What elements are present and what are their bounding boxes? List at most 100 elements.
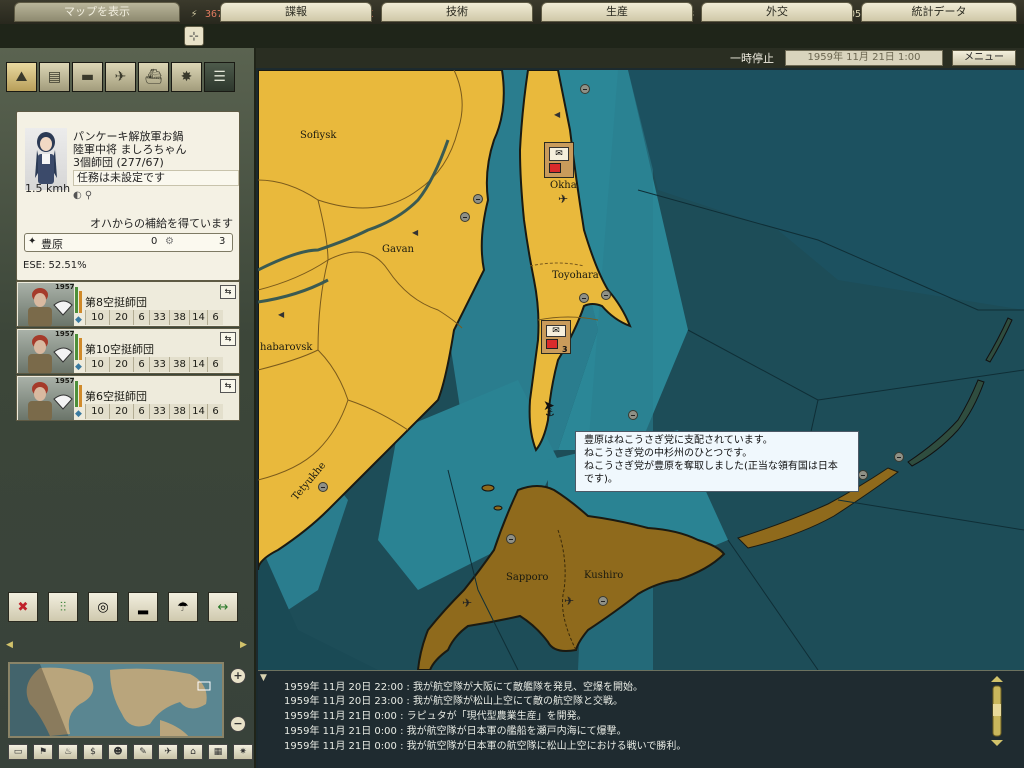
tank-icon[interactable]: ▬ [72, 62, 103, 92]
menu-button[interactable]: メニュー [952, 50, 1016, 66]
log-expand-icon[interactable]: ▼ [260, 673, 267, 683]
city-kushiro[interactable]: Kushiro [584, 570, 623, 581]
division-stats: 10 20 6 33 38 14 6 [85, 357, 223, 372]
split-unit-icon[interactable]: ↔ [208, 592, 238, 622]
minimap[interactable] [8, 662, 224, 738]
scroll-right-icon[interactable]: ▶ [240, 640, 247, 650]
tab-intel[interactable]: 諜報 [220, 2, 372, 22]
paratrooper-icon[interactable]: ☂ [168, 592, 198, 622]
army-size: 3個師団 (277/67) [73, 156, 164, 169]
city-sapporo[interactable]: Sapporo [506, 572, 548, 583]
rebel-marker[interactable] [460, 212, 470, 222]
log-scrollbar[interactable] [990, 676, 1004, 746]
division-stat: 6 [133, 404, 149, 419]
tab-stats[interactable]: 統計データ [861, 2, 1017, 22]
city-sofiysk[interactable]: Sofiysk [300, 130, 336, 141]
log-entry[interactable]: 1959年 11月 20日 22:00 : 我が航空隊が大阪にて敵艦隊を発見、空… [284, 678, 643, 693]
strength-bars: ◆ [75, 287, 83, 325]
division-stat: 14 [189, 310, 207, 325]
log-entry[interactable]: 1959年 11月 21日 0:00 : ラピュタが「現代型農業生産」を開発。 [284, 707, 587, 722]
filter-industry-icon[interactable]: ⌂ [183, 744, 203, 760]
division-card[interactable]: 1957 ◆ 第8空挺師団 ⇆ 10 20 6 33 38 14 6 [16, 281, 240, 327]
filter-province-icon[interactable]: ▭ [8, 744, 28, 760]
rebel-marker[interactable] [318, 482, 328, 492]
airplane-icon[interactable]: ✈ [105, 62, 136, 92]
commander-portrait [25, 128, 67, 190]
filter-supply-icon[interactable]: ▦ [208, 744, 228, 760]
tab-map[interactable]: マップを表示 [14, 2, 180, 22]
city-okha[interactable]: Okha [550, 180, 577, 191]
rebel-marker[interactable] [598, 596, 608, 606]
division-stats: 10 20 6 33 38 14 6 [85, 310, 223, 325]
pause-button[interactable]: 一時停止 [730, 50, 774, 66]
army-counter-selected[interactable]: ✉ 3 [541, 320, 571, 354]
division-stat: 6 [133, 357, 149, 372]
soldiers-icon[interactable]: ⫶⫶ [48, 592, 78, 622]
zoom-out-button[interactable]: − [230, 716, 246, 732]
division-type-icon[interactable]: ⇆ [220, 332, 236, 346]
flag-icon [546, 339, 558, 349]
rebel-marker[interactable] [580, 84, 590, 94]
rebel-marker[interactable] [601, 290, 611, 300]
division-stat: 14 [189, 404, 207, 419]
settings-list-icon[interactable]: ☰ [204, 62, 235, 92]
city-toyohara[interactable]: Toyohara [552, 270, 599, 281]
filter-flag-icon[interactable]: ⚑ [33, 744, 53, 760]
tab-tech[interactable]: 技術 [381, 2, 533, 22]
location-value-1: 0 [151, 236, 158, 247]
rebel-marker[interactable] [579, 293, 589, 303]
tooltip-line: 豊原はねこうさぎ党に支配されています。 [584, 435, 773, 446]
zoom-in-button[interactable]: + [230, 668, 246, 684]
division-name: 第6空挺師団 [85, 390, 147, 403]
mouse-cursor-icon: ➤ [543, 398, 555, 414]
log-entry[interactable]: 1959年 11月 21日 0:00 : 我が航空隊が日本軍の航空隊に松山上空に… [284, 737, 686, 752]
division-card[interactable]: 1957 ◆ 第10空挺師団 ⇆ 10 20 6 33 38 14 6 [16, 328, 240, 374]
tab-diplomacy[interactable]: 外交 [701, 2, 853, 22]
scroll-left-icon[interactable]: ◀ [6, 640, 13, 650]
terrain-map-icon[interactable]: ⛰ [6, 62, 37, 92]
filter-star-icon[interactable]: ✷ [233, 744, 253, 760]
filter-people-icon[interactable]: ☻ [108, 744, 128, 760]
game-map[interactable]: Sofiysk Gavan Okha Toyohara habarovsk Te… [258, 70, 1024, 670]
log-entry[interactable]: 1959年 11月 20日 23:00 : 我が航空隊が松山上空にて敵の航空隊と… [284, 692, 623, 707]
division-stat: 38 [169, 404, 189, 419]
transport-icon[interactable]: ▂ [128, 592, 158, 622]
city-khabarovsk[interactable]: habarovsk [260, 342, 312, 353]
ship-icon[interactable]: ⛴ [138, 62, 169, 92]
city-gavan[interactable]: Gavan [382, 244, 414, 255]
division-type-icon[interactable]: ⇆ [220, 285, 236, 299]
division-year: 1957 [55, 330, 75, 338]
command-buttons: ✖ ⫶⫶ ◎ ▂ ☂ ↔ [8, 592, 238, 622]
gear-icon: ⚙ [165, 236, 174, 247]
rebel-marker[interactable] [858, 470, 868, 480]
filter-money-icon[interactable]: $ [83, 744, 103, 760]
speaker-icon: ◀ [278, 310, 285, 319]
log-entry[interactable]: 1959年 11月 21日 0:00 : 我が航空隊が日本軍の艦船を瀬戸内海にて… [284, 722, 627, 737]
expand-icon[interactable]: ⊹ [184, 26, 204, 46]
filter-plane-icon[interactable]: ✈ [158, 744, 178, 760]
filter-edit-icon[interactable]: ✎ [133, 744, 153, 760]
filter-flame-icon[interactable]: ♨ [58, 744, 78, 760]
target-icon[interactable]: ◎ [88, 592, 118, 622]
division-type-icon[interactable]: ⇆ [220, 379, 236, 393]
location-icon: ✦ [28, 236, 37, 247]
location-box[interactable]: ✦ 豊原 0 ⚙ 3 [24, 233, 233, 252]
division-stat: 10 [85, 357, 109, 372]
document-icon[interactable]: ▤ [39, 62, 70, 92]
tooltip-line: です)。 [584, 474, 618, 485]
task-field[interactable]: 任務は未設定です [73, 170, 239, 186]
division-name: 第10空挺師団 [85, 343, 154, 356]
army-counter[interactable]: ✉ [544, 142, 574, 178]
tab-production[interactable]: 生産 [541, 2, 693, 22]
rebel-marker[interactable] [894, 452, 904, 462]
division-stat: 10 [85, 404, 109, 419]
rebel-marker[interactable] [628, 410, 638, 420]
envelope-icon: ✉ [549, 147, 569, 161]
rebel-marker[interactable] [473, 194, 483, 204]
division-stat: 20 [109, 357, 133, 372]
disband-icon[interactable]: ✖ [8, 592, 38, 622]
division-card[interactable]: 1957 ◆ 第6空挺師団 ⇆ 10 20 6 33 38 14 6 [16, 375, 240, 421]
explosion-icon[interactable]: ✸ [171, 62, 202, 92]
tab-bar [0, 24, 1024, 48]
rebel-marker[interactable] [506, 534, 516, 544]
